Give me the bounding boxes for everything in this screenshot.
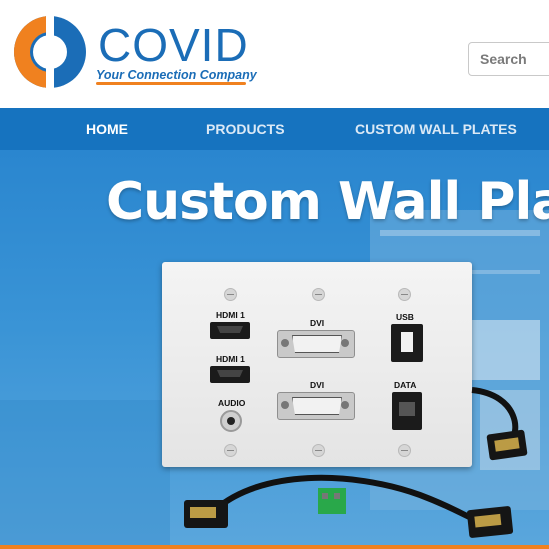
search-input[interactable] bbox=[468, 42, 549, 76]
site-header: COVID Your Connection Company bbox=[0, 0, 549, 108]
cable-adapters-image bbox=[184, 387, 528, 538]
nav-item-home[interactable]: HOME bbox=[86, 121, 128, 137]
covid-logo-icon[interactable] bbox=[10, 12, 90, 92]
hero-banner[interactable]: Custom Wall Plat HDMI 1 HDMI 1 AUDIO DVI… bbox=[0, 150, 549, 545]
main-nav: HOME PRODUCTS CUSTOM WALL PLATES bbox=[0, 108, 549, 150]
accent-bar bbox=[0, 545, 549, 549]
brand-tagline: Your Connection Company bbox=[96, 68, 257, 82]
brand-swoosh bbox=[96, 82, 246, 85]
nav-item-custom-wall-plates[interactable]: CUSTOM WALL PLATES bbox=[355, 121, 517, 137]
nav-item-products[interactable]: PRODUCTS bbox=[206, 121, 285, 137]
brand-name[interactable]: COVID bbox=[98, 22, 249, 68]
